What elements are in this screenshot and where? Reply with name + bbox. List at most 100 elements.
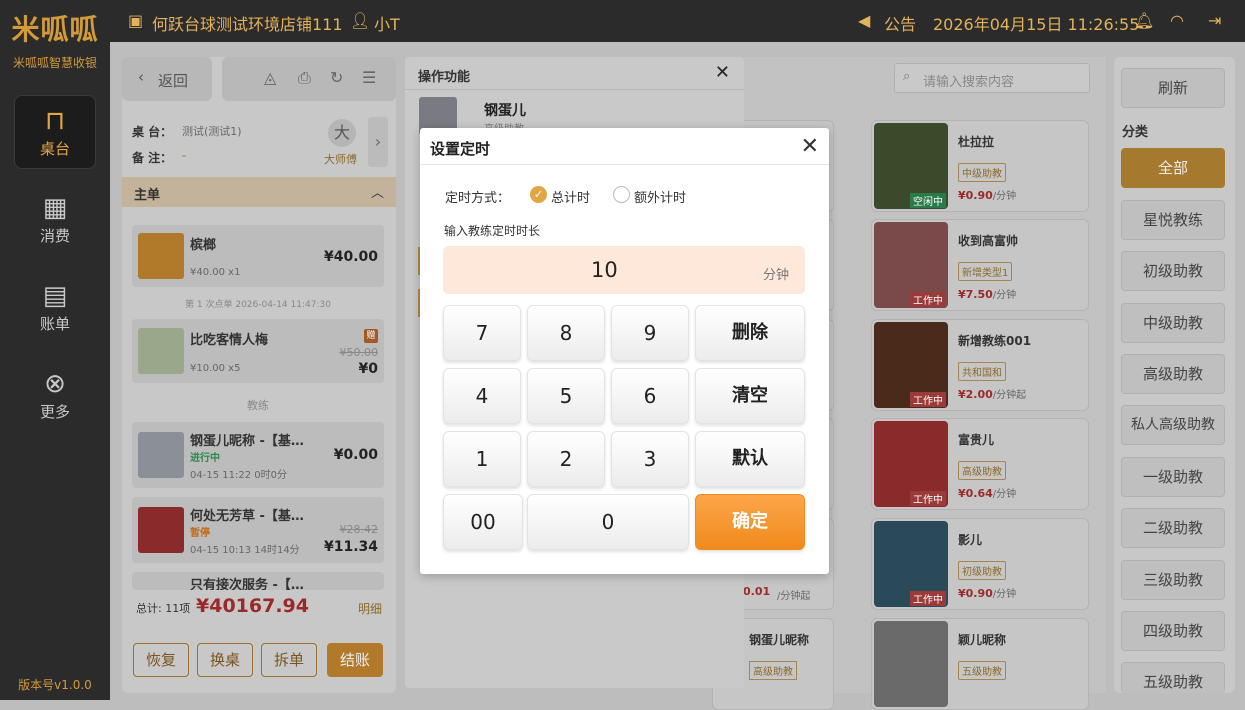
top-bar: ▣ 何跃台球测试环境店铺111 👤︎ 小T ◀︎ 公告 2026年04月15日 … — [110, 0, 1245, 42]
coach-price-value: ¥7.50 — [958, 288, 993, 301]
category-item[interactable]: 中级助教 — [1121, 303, 1225, 343]
category-item[interactable]: 一级助教 — [1121, 457, 1225, 497]
toolbar: ◬ ⎙ ↻ ☰ — [222, 57, 396, 101]
table-value: 测试(测试1) — [182, 125, 242, 138]
item-name: 钢蛋儿昵称 -【基… — [190, 434, 304, 449]
key-8[interactable]: 8 — [527, 305, 605, 361]
coach-card[interactable]: 工作中 收到高富帅 新增类型1 ¥7.50/分钟 — [871, 219, 1089, 311]
radio-extra-label[interactable]: 额外计时 — [634, 187, 686, 206]
key-00[interactable]: 00 — [443, 494, 523, 550]
category-all[interactable]: 全部 — [1121, 148, 1225, 188]
duration-label: 输入教练定时时长 — [444, 224, 541, 238]
refresh-button[interactable]: 刷新 — [1121, 68, 1225, 108]
dialog-divider — [420, 164, 829, 165]
detail-link[interactable]: 明细 — [358, 600, 382, 617]
search-box[interactable]: ⌕ 请输入搜索内容 — [894, 63, 1090, 93]
category-title: 分类 — [1122, 125, 1149, 140]
restore-button[interactable]: 恢复 — [133, 643, 189, 677]
coach-price-value: ¥0.64 — [958, 487, 993, 500]
category-item[interactable]: 星悦教练 — [1121, 200, 1225, 240]
list-item[interactable]: 何处无芳草 -【基… 暂停 04-15 10:13 14时14分 ¥28.42 … — [132, 497, 384, 563]
nav-label-consume: 消费 — [39, 227, 70, 245]
category-panel: 刷新 分类 全部 星悦教练 初级助教 中级助教 高级助教 私人高级助教 一级助教… — [1114, 57, 1235, 693]
coach-card[interactable]: 颖儿昵称 五级助教 — [871, 618, 1089, 710]
logout-icon[interactable]: ⇥ — [1208, 11, 1221, 30]
category-item[interactable]: 四级助教 — [1121, 611, 1225, 651]
chevron-left-icon: ‹ — [138, 68, 144, 86]
order-divider: 第 1 次点单 2026-04-14 11:47:30 — [185, 300, 331, 310]
coach-price: ¥0.64/分钟 — [958, 485, 1016, 500]
coach-unit-partial: /分钟起 — [777, 591, 811, 602]
list-item[interactable]: 只有接次服务 -【… — [132, 572, 384, 590]
confirm-button[interactable]: 确定 — [695, 494, 805, 550]
split-order-button[interactable]: 拆单 — [261, 643, 317, 677]
duration-input[interactable]: 10 分钟 — [443, 246, 805, 294]
key-6[interactable]: 6 — [611, 368, 689, 424]
coach-level: 共和国和 — [958, 362, 1006, 381]
change-table-button[interactable]: 换桌 — [197, 643, 253, 677]
store-icon: ▣ — [128, 11, 144, 30]
refresh-icon[interactable]: ↻ — [330, 68, 343, 87]
list-item[interactable]: 钢蛋儿昵称 -【基… 进行中 04-15 11:22 0时0分 ¥0.00 — [132, 422, 384, 488]
grid-icon: ▦ — [42, 193, 68, 223]
logo: 米呱呱 米呱呱智慧收银 — [0, 0, 110, 80]
coach-price-value: ¥0.90 — [958, 189, 993, 202]
bell-small-icon[interactable]: ◬ — [264, 68, 276, 87]
nav-item-table[interactable]: ⊓ 桌台 — [14, 95, 96, 169]
version-label: 版本号v1.0.0 — [18, 678, 92, 692]
wifi-icon: ◠ — [1170, 11, 1184, 30]
key-1[interactable]: 1 — [443, 431, 521, 487]
coach-status: 工作中 — [910, 591, 946, 606]
coach-card[interactable]: 工作中 富贵儿 高级助教 ¥0.64/分钟 — [871, 418, 1089, 510]
total-amount: ¥40167.94 — [196, 595, 309, 617]
category-item[interactable]: 私人高级助教 — [1121, 405, 1225, 445]
category-item[interactable]: 高级助教 — [1121, 354, 1225, 394]
key-3[interactable]: 3 — [611, 431, 689, 487]
coach-level: 初级助教 — [958, 561, 1006, 580]
key-5[interactable]: 5 — [527, 368, 605, 424]
logo-subtitle: 米呱呱智慧收银 — [12, 56, 97, 70]
remark-value[interactable]: - — [182, 149, 186, 162]
category-item[interactable]: 二级助教 — [1121, 508, 1225, 548]
coach-card[interactable]: 工作中 影儿 初级助教 ¥0.90/分钟 — [871, 518, 1089, 610]
list-item[interactable]: 比吃客情人梅 ¥10.00 x5 赠 ¥50.00 ¥0 — [132, 319, 384, 383]
coach-price: ¥0.90/分钟 — [958, 187, 1016, 202]
default-button[interactable]: 默认 — [695, 431, 805, 487]
timer-dialog: 设置定时 ✕ 定时方式： ✓ 总计时 额外计时 输入教练定时时长 10 分钟 7… — [420, 128, 829, 574]
duration-unit: 分钟 — [762, 268, 789, 283]
radio-total-checked-icon[interactable]: ✓ — [530, 186, 547, 203]
clear-button[interactable]: 清空 — [695, 368, 805, 424]
printer-icon[interactable]: ⎙ — [298, 68, 311, 88]
item-orig-price: ¥50.00 — [339, 346, 379, 359]
key-9[interactable]: 9 — [611, 305, 689, 361]
bell-icon[interactable]: 🔔︎ — [1134, 11, 1154, 30]
radio-total-label[interactable]: 总计时 — [551, 187, 590, 206]
delete-button[interactable]: 删除 — [695, 305, 805, 361]
main-order-header[interactable]: 主单 ︿ — [122, 177, 396, 207]
list-item[interactable]: 槟榔 ¥40.00 x1 ¥40.00 — [132, 225, 384, 287]
nav-item-more[interactable]: ⊗ 更多 — [14, 359, 96, 433]
more-icon: ⊗ — [44, 369, 66, 399]
nav-item-bill[interactable]: ▤ 账单 — [14, 271, 96, 345]
divider — [405, 89, 744, 90]
item-price: ¥11.34 — [323, 539, 378, 555]
category-item[interactable]: 初级助教 — [1121, 251, 1225, 291]
coach-card[interactable]: 工作中 新增教练001 共和国和 ¥2.00/分钟起 — [871, 319, 1089, 411]
nav-item-consume[interactable]: ▦ 消费 — [14, 183, 96, 257]
key-0[interactable]: 0 — [527, 494, 689, 550]
key-2[interactable]: 2 — [527, 431, 605, 487]
category-item[interactable]: 三级助教 — [1121, 560, 1225, 600]
close-icon[interactable]: ✕ — [801, 134, 819, 159]
key-4[interactable]: 4 — [443, 368, 521, 424]
close-icon[interactable]: ✕ — [715, 62, 730, 83]
radio-extra-icon[interactable] — [613, 186, 630, 203]
back-button[interactable]: ‹ 返回 — [122, 57, 212, 101]
checkout-button[interactable]: 结账 — [327, 643, 383, 677]
announcement-link[interactable]: 公告 — [884, 11, 916, 35]
coach-status: 工作中 — [910, 491, 946, 506]
key-7[interactable]: 7 — [443, 305, 521, 361]
list-icon[interactable]: ☰ — [362, 68, 376, 87]
chevron-right-icon[interactable]: › — [368, 117, 388, 167]
coach-card[interactable]: 空闲中 杜拉拉 中级助教 ¥0.90/分钟 — [871, 120, 1089, 212]
category-item[interactable]: 五级助教 — [1121, 662, 1225, 693]
